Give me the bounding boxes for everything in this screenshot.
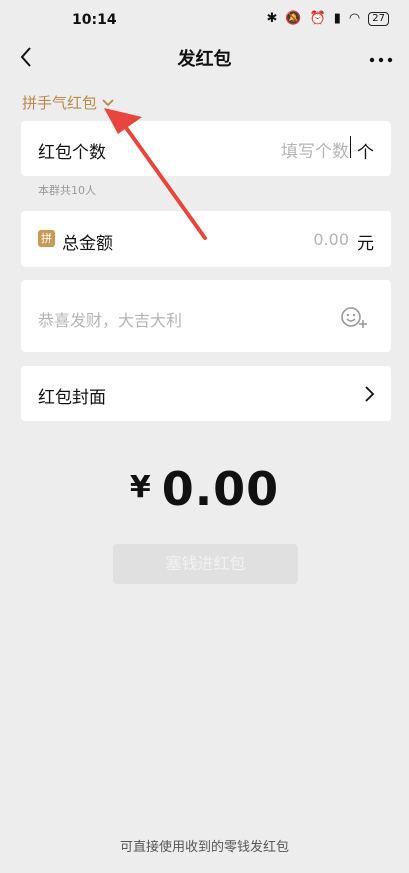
total-amount-label: 总金额 [62, 234, 113, 254]
greeting-card[interactable]: 恭喜发财，大吉大利 [21, 280, 391, 352]
chevron-down-icon [102, 98, 114, 106]
packet-count-label: 红包个数 [38, 143, 106, 163]
nav-bar: 发红包 [0, 38, 409, 76]
packet-cover-label: 红包封面 [38, 388, 106, 408]
packet-cover-row[interactable]: 红包封面 [21, 366, 391, 421]
text-caret [349, 136, 351, 158]
bluetooth-icon: ✱ [266, 11, 278, 26]
packet-type-label: 拼手气红包 [22, 94, 98, 112]
status-time: 10:14 [72, 12, 117, 28]
alarm-icon: ⏰ [309, 11, 326, 26]
greeting-input[interactable]: 恭喜发财，大吉大利 [38, 307, 182, 331]
submit-button[interactable]: 塞钱进红包 [113, 544, 298, 584]
total-amount-card[interactable]: 拼 总金额 0.00 元 [21, 211, 391, 267]
total-amount-unit: 元 [357, 234, 374, 254]
status-bar: 10:14 ✱ 🔕 ⏰ ▮ ◠ 27 [0, 0, 409, 40]
packet-count-unit: 个 [357, 143, 374, 163]
footer-note: 可直接使用收到的零钱发红包 [119, 840, 289, 855]
group-member-hint: 本群共10人 [38, 184, 96, 197]
total-value: 0.00 [161, 462, 280, 516]
packet-type-switch[interactable]: 拼手气红包 [22, 92, 115, 113]
chevron-right-icon [365, 386, 375, 402]
battery-icon: 27 [368, 11, 389, 26]
packet-count-card[interactable]: 红包个数 填写个数 个 [21, 121, 391, 176]
packet-count-input[interactable]: 填写个数 [281, 137, 349, 162]
currency-symbol: ¥ [129, 470, 152, 505]
status-icons: ✱ 🔕 ⏰ ▮ ◠ 27 [266, 11, 389, 26]
wifi-icon: ◠ [348, 11, 361, 26]
pin-badge-icon: 拼 [38, 230, 55, 247]
total-display: ¥0.00 [0, 462, 409, 516]
more-dots-icon[interactable] [367, 44, 395, 70]
total-amount-input[interactable]: 0.00 [313, 230, 349, 249]
page-title: 发红包 [177, 49, 232, 70]
mute-icon: 🔕 [285, 11, 302, 26]
signal-icon: ▮ [333, 11, 341, 26]
emoji-add-icon[interactable] [339, 304, 369, 330]
